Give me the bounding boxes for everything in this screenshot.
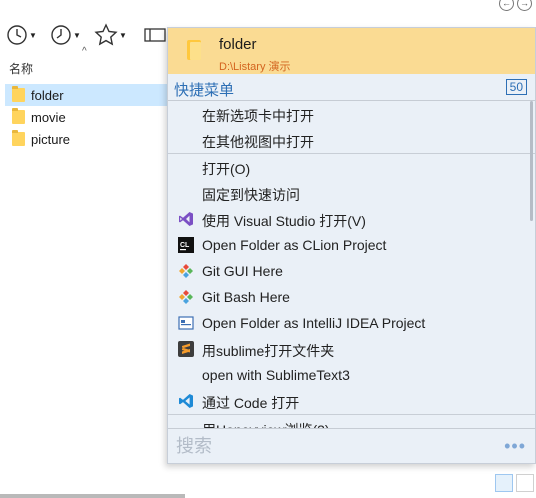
file-list: folder movie picture bbox=[5, 84, 167, 150]
quick-menu-count-badge: 50 bbox=[505, 79, 527, 95]
favorites-button[interactable]: ▼ bbox=[94, 20, 127, 50]
search-result-folder[interactable]: folder D:\Listary 演示 bbox=[168, 28, 535, 74]
result-name: folder bbox=[219, 36, 257, 53]
vscode-icon bbox=[178, 393, 194, 409]
search-bar: ••• bbox=[168, 428, 535, 463]
clion-icon: CL bbox=[178, 237, 194, 253]
recent-button[interactable]: ▼ bbox=[6, 20, 37, 50]
details-view-icon[interactable] bbox=[495, 474, 513, 492]
star-icon bbox=[94, 23, 118, 46]
menu-item-git-bash[interactable]: Git Bash Here bbox=[168, 284, 535, 310]
menu-item-label: Open Folder as IntelliJ IDEA Project bbox=[202, 315, 426, 331]
menu-item-open-clion[interactable]: CL Open Folder as CLion Project bbox=[168, 232, 535, 258]
status-bar-divider bbox=[0, 494, 185, 498]
menu-item-open-visual-studio[interactable]: 使用 Visual Studio 打开(V) bbox=[168, 206, 535, 232]
sublime-icon bbox=[178, 341, 194, 357]
folder-icon bbox=[12, 108, 25, 124]
menu-item-open-new-tab[interactable]: 在新选项卡中打开 bbox=[168, 101, 535, 127]
menu-item-label: 在其他视图中打开 bbox=[202, 134, 314, 150]
menu-item-label: open with SublimeText3 bbox=[202, 367, 350, 383]
menu-item-label: Open Folder as CLion Project bbox=[202, 237, 387, 253]
menu-item-label: 固定到快速访问 bbox=[202, 187, 300, 203]
view-switcher bbox=[495, 474, 534, 492]
folder-icon bbox=[12, 130, 25, 146]
file-row-movie[interactable]: movie bbox=[5, 106, 167, 128]
git-icon bbox=[178, 263, 194, 279]
history-button[interactable]: ▼ bbox=[50, 20, 81, 50]
nav-arrows: ← → bbox=[499, 0, 532, 11]
menu-item-open-honeyview[interactable]: 用Honeyview浏览(3) bbox=[168, 415, 535, 429]
menu-item-label: Git Bash Here bbox=[202, 289, 290, 305]
menu-item-label: 在新选项卡中打开 bbox=[202, 108, 314, 124]
menu-item-open-sublime3[interactable]: open with SublimeText3 bbox=[168, 362, 535, 388]
visual-studio-icon bbox=[178, 211, 194, 227]
sort-caret-icon[interactable]: ^ bbox=[82, 46, 87, 57]
quick-menu-header: 快捷菜单 50 bbox=[168, 74, 535, 101]
menu-item-open-sublime[interactable]: 用sublime打开文件夹 bbox=[168, 336, 535, 362]
menu-item-pin-quick-access[interactable]: 固定到快速访问 bbox=[168, 180, 535, 206]
file-name: picture bbox=[31, 131, 71, 147]
svg-text:CL: CL bbox=[180, 242, 190, 249]
folder-icon bbox=[187, 40, 201, 60]
file-row-folder[interactable]: folder bbox=[5, 84, 167, 106]
clock-icon bbox=[7, 25, 27, 45]
panes-button[interactable] bbox=[144, 20, 166, 50]
menu-item-open[interactable]: 打开(O) bbox=[168, 154, 535, 180]
thumbnails-view-icon[interactable] bbox=[516, 474, 534, 492]
folder-icon bbox=[12, 86, 25, 102]
file-name: movie bbox=[31, 109, 66, 125]
panes-icon bbox=[144, 28, 166, 42]
menu-item-git-gui[interactable]: Git GUI Here bbox=[168, 258, 535, 284]
file-row-picture[interactable]: picture bbox=[5, 128, 167, 150]
menu-item-label: 用sublime打开文件夹 bbox=[202, 343, 335, 359]
menu-scrollbar[interactable] bbox=[530, 101, 533, 221]
name-column-header[interactable]: 名称 bbox=[9, 60, 33, 77]
history-clock-icon bbox=[51, 25, 71, 45]
listary-popup: folder D:\Listary 演示 快捷菜单 50 在新选项卡中打开 在其… bbox=[167, 27, 536, 464]
menu-item-label: 通过 Code 打开 bbox=[202, 395, 300, 411]
menu-item-open-other-view[interactable]: 在其他视图中打开 bbox=[168, 127, 535, 153]
quick-menu-title: 快捷菜单 bbox=[174, 82, 235, 99]
forward-icon[interactable]: → bbox=[517, 0, 532, 11]
more-options-icon[interactable]: ••• bbox=[504, 436, 526, 457]
menu-item-open-vscode[interactable]: 通过 Code 打开 bbox=[168, 388, 535, 414]
search-input[interactable] bbox=[176, 435, 476, 457]
menu-item-open-intellij[interactable]: Open Folder as IntelliJ IDEA Project bbox=[168, 310, 535, 336]
menu-item-label: 使用 Visual Studio 打开(V) bbox=[202, 213, 366, 229]
back-icon[interactable]: ← bbox=[499, 0, 514, 11]
quick-menu-list: 在新选项卡中打开 在其他视图中打开 打开(O) 固定到快速访问 使用 Visua… bbox=[168, 101, 535, 429]
intellij-icon bbox=[178, 315, 194, 331]
menu-item-label: 打开(O) bbox=[202, 161, 251, 177]
result-path: D:\Listary 演示 bbox=[219, 61, 291, 73]
git-icon bbox=[178, 289, 194, 305]
menu-item-label: Git GUI Here bbox=[202, 263, 283, 279]
file-name: folder bbox=[31, 87, 64, 103]
